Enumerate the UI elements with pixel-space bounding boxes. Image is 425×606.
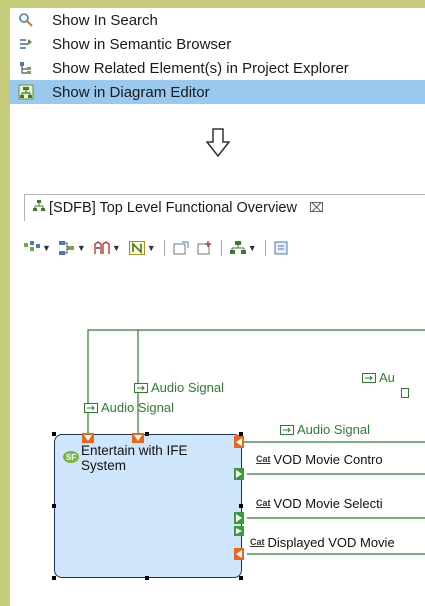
audio-signal-port-label[interactable]: Au bbox=[362, 370, 395, 385]
editor-tab-title: [SDFB] Top Level Functional Overview bbox=[49, 200, 297, 216]
audio-signal-port-label[interactable]: Audio Signal bbox=[84, 400, 174, 415]
semantic-browser-icon bbox=[18, 36, 34, 52]
toolbar-separator bbox=[163, 240, 165, 256]
arrange-tool-button[interactable]: ▼ bbox=[94, 241, 121, 255]
system-function-icon: SF bbox=[63, 451, 79, 463]
menu-item-show-in-diagram-editor[interactable]: Show in Diagram Editor bbox=[10, 80, 425, 104]
menu-item-label: Show in Semantic Browser bbox=[52, 35, 232, 53]
diagram-canvas: Audio Signal Audio Signal Audio Signal A… bbox=[10, 308, 425, 606]
category-tag: Cat bbox=[250, 537, 265, 547]
dropdown-arrow-icon: ▼ bbox=[76, 243, 86, 253]
selection-handle[interactable] bbox=[145, 576, 149, 580]
toolbar-separator bbox=[220, 240, 222, 256]
category-tag: Cat bbox=[256, 498, 271, 508]
input-port-icon[interactable] bbox=[82, 433, 94, 443]
audio-signal-port-label[interactable]: Audio Signal bbox=[280, 422, 370, 437]
menu-item-label: Show In Search bbox=[52, 11, 158, 29]
port-icon bbox=[84, 402, 98, 413]
category-tag: Cat bbox=[256, 454, 271, 464]
input-port-icon[interactable] bbox=[234, 436, 244, 448]
filter-tool-button[interactable]: ▼ bbox=[58, 241, 86, 255]
port-icon bbox=[280, 424, 294, 435]
menu-item-label: Show Related Element(s) in Project Explo… bbox=[52, 59, 349, 77]
filter-icon bbox=[58, 241, 74, 255]
functional-exchange-label[interactable]: Cat VOD Movie Selecti bbox=[256, 496, 383, 511]
diagram-toolbar: ▼ ▼ ▼ ▼ ▼ bbox=[24, 236, 424, 260]
port-icon bbox=[134, 382, 148, 393]
node-icon bbox=[128, 241, 145, 255]
down-arrow-icon bbox=[205, 128, 231, 163]
selection-handle[interactable] bbox=[52, 576, 56, 580]
menu-item-show-in-semantic-browser[interactable]: Show in Semantic Browser bbox=[10, 32, 425, 56]
editor-tab[interactable]: [SDFB] Top Level Functional Overview ⌧ bbox=[24, 194, 425, 221]
menu-item-show-in-project-explorer[interactable]: Show Related Element(s) in Project Explo… bbox=[10, 56, 425, 80]
tree-layout-tool-button[interactable]: ▼ bbox=[229, 241, 257, 255]
output-port-icon[interactable] bbox=[234, 468, 244, 480]
selection-handle[interactable] bbox=[239, 576, 243, 580]
screenshot-frame: Show In Search Show in Semantic Browser … bbox=[10, 8, 425, 606]
selection-handle[interactable] bbox=[52, 504, 56, 508]
export-tool-button[interactable] bbox=[274, 241, 290, 255]
audio-signal-port-label[interactable]: Audio Signal bbox=[134, 380, 224, 395]
layer-tool-button[interactable]: ▼ bbox=[24, 241, 51, 255]
new-element-tool-button[interactable] bbox=[197, 241, 213, 255]
dropdown-arrow-icon: ▼ bbox=[42, 243, 51, 253]
port-icon bbox=[362, 372, 376, 383]
new-element-icon bbox=[197, 241, 211, 255]
functional-exchange-label[interactable]: Cat Displayed VOD Movie bbox=[250, 535, 395, 550]
note-icon bbox=[173, 241, 189, 255]
menu-item-label: Show in Diagram Editor bbox=[52, 83, 210, 101]
context-menu: Show In Search Show in Semantic Browser … bbox=[10, 8, 425, 104]
output-port-icon[interactable] bbox=[234, 512, 244, 524]
diagram-tab-icon bbox=[33, 200, 45, 216]
arrange-icon bbox=[94, 241, 110, 254]
function-name: Entertain with IFE System bbox=[81, 443, 188, 473]
selection-handle[interactable] bbox=[145, 432, 149, 436]
close-icon[interactable]: ⌧ bbox=[309, 200, 324, 216]
tree-layout-icon bbox=[229, 241, 246, 254]
port-icon bbox=[401, 388, 409, 398]
selection-handle[interactable] bbox=[239, 504, 243, 508]
project-explorer-icon bbox=[18, 60, 34, 76]
note-tool-button[interactable] bbox=[173, 241, 189, 255]
menu-item-show-in-search[interactable]: Show In Search bbox=[10, 8, 425, 32]
toolbar-separator bbox=[264, 240, 266, 256]
functional-exchange-label[interactable]: Cat VOD Movie Contro bbox=[256, 452, 383, 467]
dropdown-arrow-icon: ▼ bbox=[146, 243, 156, 253]
export-icon bbox=[274, 241, 288, 255]
selection-handle[interactable] bbox=[52, 432, 56, 436]
function-box-entertain-with-ife-system[interactable]: SF Entertain with IFE System bbox=[54, 434, 242, 578]
dropdown-arrow-icon: ▼ bbox=[247, 243, 257, 253]
input-port-icon[interactable] bbox=[234, 548, 244, 560]
input-port-icon[interactable] bbox=[132, 433, 144, 443]
output-port-icon[interactable] bbox=[234, 526, 244, 536]
diagram-editor-icon bbox=[18, 84, 34, 100]
node-tool-button[interactable]: ▼ bbox=[128, 241, 156, 255]
layers-icon bbox=[24, 241, 40, 251]
search-icon bbox=[18, 12, 34, 28]
dropdown-arrow-icon: ▼ bbox=[111, 243, 121, 253]
